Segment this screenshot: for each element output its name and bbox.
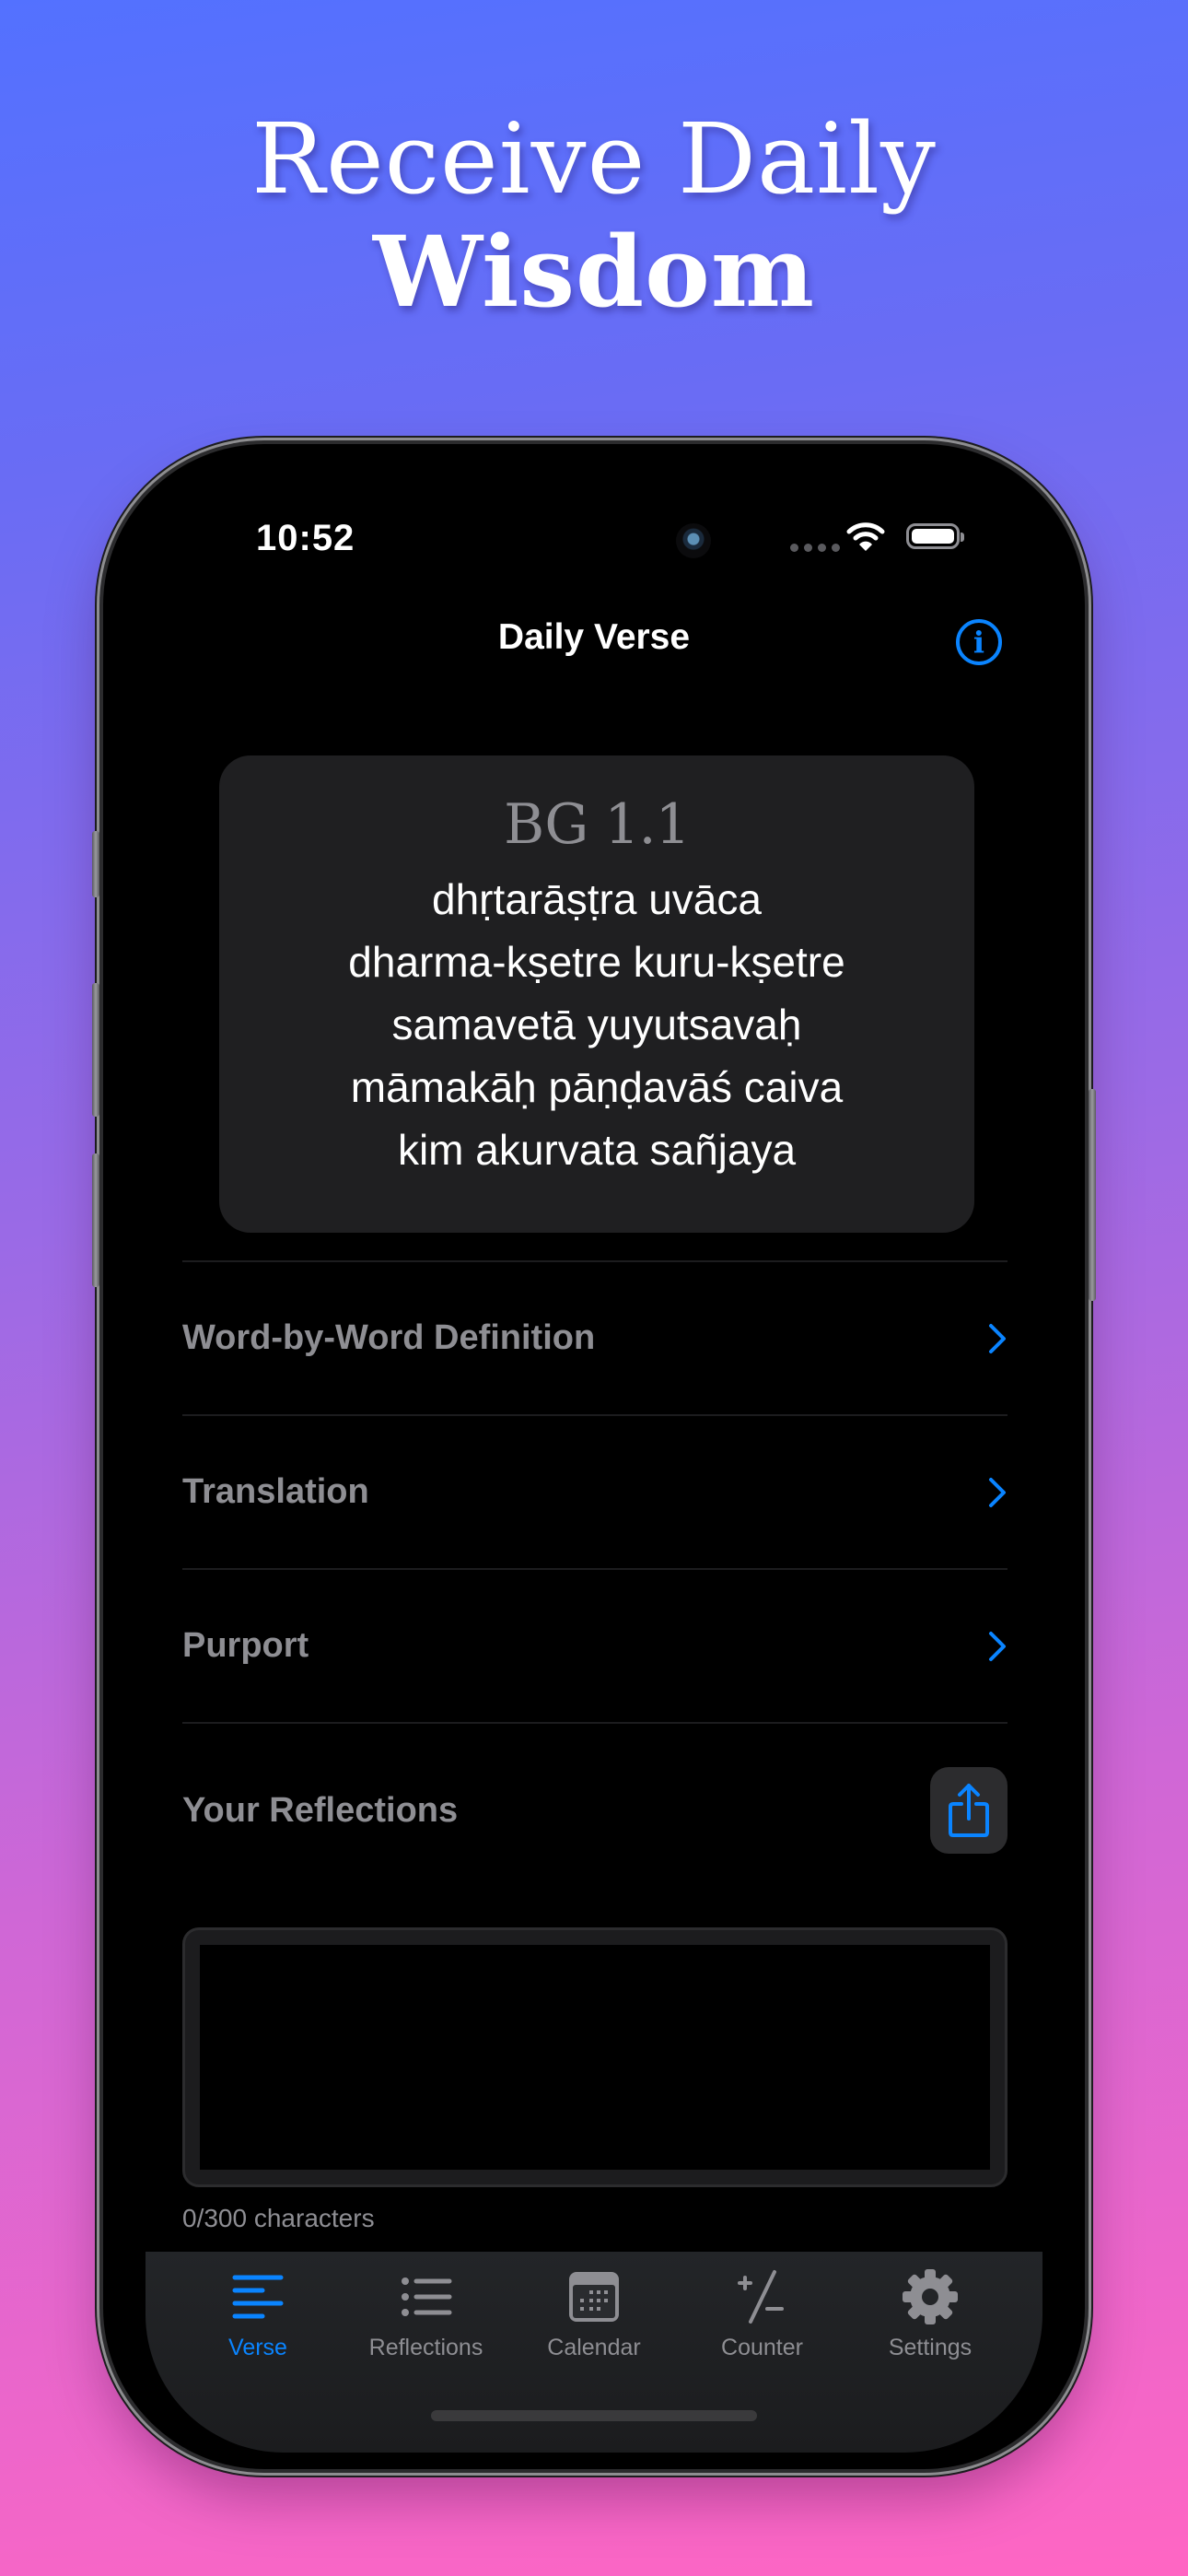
phone-frame: 10:52 Daily Verse i BG 1.1 dhṛtarāṣṭra u… — [92, 444, 1096, 2469]
verse-text: dhṛtarāṣṭra uvāca dharma-kṣetre kuru-kṣe… — [219, 868, 974, 1181]
tab-verse[interactable]: Verse — [175, 2252, 341, 2361]
chevron-right-icon — [989, 1477, 1006, 1507]
volume-down-button — [92, 1153, 99, 1287]
share-button[interactable] — [930, 1767, 1007, 1854]
tab-label: Counter — [721, 2335, 803, 2360]
tab-settings[interactable]: Settings — [847, 2252, 1013, 2361]
info-circle-icon: i — [973, 625, 985, 660]
tab-calendar[interactable]: Calendar — [511, 2252, 677, 2361]
list-bullet-icon — [401, 2277, 451, 2316]
reflection-input[interactable] — [200, 1945, 990, 2170]
tab-counter[interactable]: Counter — [680, 2252, 845, 2361]
headline-line-2: Wisdom — [372, 214, 816, 329]
plus-minus-icon — [737, 2270, 784, 2324]
app-screen: 10:52 Daily Verse i BG 1.1 dhṛtarāṣṭra u… — [146, 461, 1042, 2453]
tab-label: Reflections — [368, 2335, 483, 2360]
verse-reference: BG 1.1 — [504, 792, 691, 857]
section-label: Translation — [182, 1472, 369, 1511]
status-time: 10:52 — [256, 518, 355, 558]
reflection-input-container — [182, 1927, 1007, 2187]
divider — [182, 1722, 1007, 1724]
tab-label: Settings — [888, 2335, 973, 2360]
section-label: Word-by-Word Definition — [182, 1318, 596, 1357]
verse-line: dhṛtarāṣṭra uvāca — [432, 875, 762, 923]
tab-label: Verse — [228, 2335, 287, 2360]
battery-icon — [906, 523, 964, 549]
character-count: 0/300 characters — [182, 2204, 375, 2232]
verse-line: kim akurvata sañjaya — [397, 1126, 797, 1174]
power-button — [1089, 1089, 1096, 1301]
info-button[interactable]: i — [956, 619, 1002, 665]
camera-icon — [676, 523, 711, 558]
section-label: Purport — [182, 1626, 309, 1665]
signal-icon — [790, 544, 840, 552]
chevron-right-icon — [989, 1631, 1006, 1661]
verse-line: dharma-kṣetre kuru-kṣetre — [348, 938, 845, 986]
promo-headline: Receive Daily Wisdom — [0, 103, 1188, 328]
reflections-header: Your Reflections — [182, 1767, 1007, 1854]
tab-bar: Verse Reflections Calendar Counter Setti… — [146, 2252, 1042, 2453]
text-align-left-icon — [232, 2275, 284, 2319]
section-row-translation[interactable]: Translation — [182, 1416, 1007, 1568]
reflections-title: Your Reflections — [182, 1790, 459, 1830]
volume-up-button — [92, 983, 99, 1117]
home-indicator[interactable] — [431, 2410, 757, 2421]
verse-card: BG 1.1 dhṛtarāṣṭra uvāca dharma-kṣetre k… — [219, 755, 974, 1233]
wifi-icon — [846, 522, 885, 551]
share-icon — [949, 1784, 989, 1837]
verse-line: samavetā yuyutsavaḥ — [391, 1001, 802, 1048]
section-row-purport[interactable]: Purport — [182, 1570, 1007, 1722]
tab-label: Calendar — [547, 2335, 641, 2360]
section-row-word-by-word[interactable]: Word-by-Word Definition — [182, 1262, 1007, 1414]
action-button — [92, 831, 99, 897]
page-title: Daily Verse — [497, 617, 691, 657]
gear-icon — [903, 2269, 958, 2324]
verse-sections-list: Word-by-Word Definition Translation Purp… — [182, 1260, 1007, 1724]
calendar-icon — [569, 2272, 619, 2322]
verse-line: māmakāḥ pāṇḍavāś caiva — [350, 1063, 844, 1111]
headline-line-1: Receive Daily — [251, 102, 937, 216]
tab-reflections[interactable]: Reflections — [344, 2252, 509, 2361]
chevron-right-icon — [989, 1323, 1006, 1353]
